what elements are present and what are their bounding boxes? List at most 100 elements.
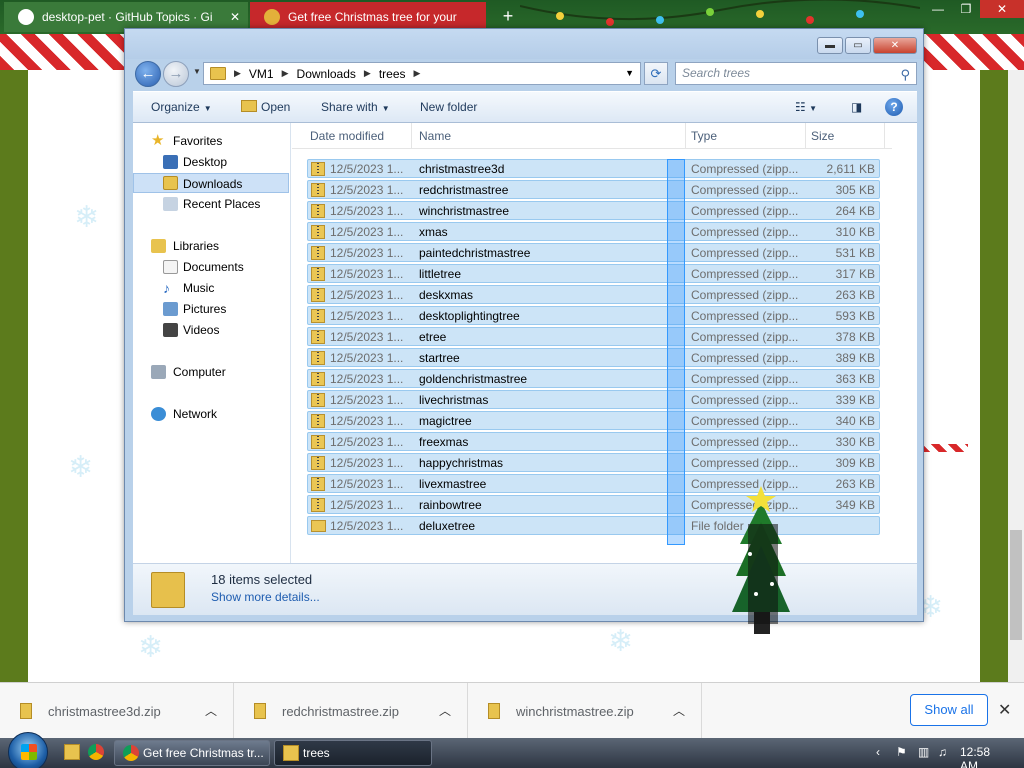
zip-file-icon bbox=[311, 246, 325, 260]
chevron-up-icon[interactable]: ︿ bbox=[439, 702, 451, 719]
snowflake-icon: ❄ bbox=[74, 201, 100, 234]
close-downloads-bar-icon[interactable]: ✕ bbox=[998, 700, 1011, 720]
breadcrumb-trees[interactable]: trees bbox=[379, 67, 406, 81]
organize-button[interactable]: Organize ▼ bbox=[151, 100, 212, 114]
file-row[interactable]: 12/5/2023 1... desktoplightingtree Compres… bbox=[307, 306, 880, 325]
file-row[interactable]: 12/5/2023 1... deskxmas Compressed (zipp..… bbox=[307, 285, 880, 304]
network-status-icon[interactable]: ▥ bbox=[918, 745, 929, 759]
chevron-up-icon[interactable]: ︿ bbox=[673, 702, 685, 719]
taskbar-task-trees[interactable]: trees bbox=[274, 740, 432, 766]
file-row[interactable]: 12/5/2023 1... goldenchristmastree Compres… bbox=[307, 369, 880, 388]
clock[interactable]: 12:58 AM bbox=[960, 745, 990, 768]
explorer-titlebar[interactable]: ▬ ▭ ✕ bbox=[125, 29, 923, 59]
column-type[interactable]: Type bbox=[691, 129, 717, 143]
nav-label: Favorites bbox=[173, 134, 223, 148]
show-all-button[interactable]: Show all bbox=[910, 694, 988, 726]
file-row[interactable]: 12/5/2023 1... etree Compressed (zipp... 37… bbox=[307, 327, 880, 346]
forward-button[interactable]: → bbox=[163, 61, 189, 87]
chevron-right-icon[interactable]: ▶ bbox=[282, 68, 289, 79]
file-size: 330 KB bbox=[835, 435, 875, 449]
file-row[interactable]: 12/5/2023 1... redchristmastree Compressed… bbox=[307, 180, 880, 199]
file-size: 349 KB bbox=[835, 498, 875, 512]
column-name[interactable]: Name bbox=[419, 129, 451, 143]
recent-pages-dropdown-icon[interactable]: ▼ bbox=[193, 67, 201, 76]
file-row[interactable]: 12/5/2023 1... littletree Compressed (zipp… bbox=[307, 264, 880, 283]
column-divider[interactable] bbox=[884, 123, 885, 149]
change-view-icon[interactable]: ☷ ▼ bbox=[795, 100, 817, 114]
nav-libraries[interactable]: Libraries bbox=[133, 236, 289, 256]
new-tab-button[interactable]: + bbox=[497, 6, 519, 28]
file-row[interactable]: 12/5/2023 1... christmastree3d Compressed … bbox=[307, 159, 880, 178]
file-row[interactable]: 12/5/2023 1... happychristmas Compressed (… bbox=[307, 453, 880, 472]
github-icon bbox=[18, 9, 34, 25]
back-button[interactable]: ← bbox=[135, 61, 161, 87]
explorer-pinned-icon[interactable] bbox=[64, 744, 80, 760]
download-item[interactable]: redchristmastree.zip ︿ bbox=[234, 683, 468, 739]
volume-icon[interactable]: ♫ bbox=[938, 745, 947, 759]
file-row[interactable]: 12/5/2023 1... startree Compressed (zipp..… bbox=[307, 348, 880, 367]
column-divider[interactable] bbox=[805, 123, 806, 149]
file-type: Compressed (zipp... bbox=[691, 267, 799, 281]
nav-computer[interactable]: Computer bbox=[133, 362, 289, 382]
show-hidden-icons[interactable]: ‹ bbox=[876, 745, 880, 759]
chevron-right-icon[interactable]: ▶ bbox=[364, 68, 371, 79]
chevron-right-icon[interactable]: ▶ bbox=[234, 68, 241, 79]
close-tab-icon[interactable]: ✕ bbox=[230, 10, 240, 24]
page-scrollbar-thumb[interactable] bbox=[1010, 530, 1022, 640]
snowflake-icon: ❄ bbox=[68, 451, 94, 484]
flag-icon[interactable]: ⚑ bbox=[896, 745, 907, 759]
start-button[interactable] bbox=[8, 732, 48, 768]
chevron-right-icon[interactable]: ▶ bbox=[414, 68, 421, 79]
explorer-maximize-button[interactable]: ▭ bbox=[845, 37, 871, 54]
file-row[interactable]: 12/5/2023 1... magictree Compressed (zipp.… bbox=[307, 411, 880, 430]
column-size[interactable]: Size bbox=[811, 129, 834, 143]
maximize-button[interactable]: ❐ bbox=[952, 0, 980, 18]
file-type: Compressed (zipp... bbox=[691, 288, 799, 302]
share-with-button[interactable]: Share with ▼ bbox=[321, 100, 390, 114]
christmas-tree-pet[interactable] bbox=[726, 484, 796, 648]
nav-downloads[interactable]: Downloads bbox=[133, 173, 289, 193]
address-bar[interactable]: ▶ VM1 ▶ Downloads ▶ trees ▶ ▼ bbox=[203, 62, 641, 85]
file-size: 340 KB bbox=[835, 414, 875, 428]
file-list-pane: Date modified Name Type Size 12/5/2023 1… bbox=[292, 123, 917, 563]
column-divider[interactable] bbox=[685, 123, 686, 149]
nav-pictures[interactable]: Pictures bbox=[133, 299, 289, 319]
search-input[interactable]: Search trees ⚲ bbox=[675, 62, 917, 85]
chrome-pinned-icon[interactable] bbox=[88, 744, 104, 760]
file-date: 12/5/2023 1... bbox=[330, 477, 404, 491]
nav-videos[interactable]: Videos bbox=[133, 320, 289, 340]
breadcrumb-vm1[interactable]: VM1 bbox=[249, 67, 274, 81]
column-divider[interactable] bbox=[411, 123, 412, 149]
preview-pane-icon[interactable]: ◨ bbox=[851, 100, 862, 114]
close-button[interactable]: ✕ bbox=[980, 0, 1024, 18]
refresh-button[interactable]: ⟳ bbox=[644, 62, 668, 85]
zip-file-icon bbox=[311, 393, 325, 407]
file-row[interactable]: 12/5/2023 1... freexmas Compressed (zipp..… bbox=[307, 432, 880, 451]
address-dropdown-icon[interactable]: ▼ bbox=[625, 68, 634, 78]
open-button[interactable]: Open bbox=[241, 100, 290, 114]
nav-music[interactable]: ♪ Music bbox=[133, 278, 289, 298]
file-date: 12/5/2023 1... bbox=[330, 393, 404, 407]
explorer-close-button[interactable]: ✕ bbox=[873, 37, 917, 54]
file-row[interactable]: 12/5/2023 1... winchristmastree Compressed… bbox=[307, 201, 880, 220]
breadcrumb-downloads[interactable]: Downloads bbox=[297, 67, 356, 81]
chevron-up-icon[interactable]: ︿ bbox=[205, 702, 217, 719]
nav-documents[interactable]: Documents bbox=[133, 257, 289, 277]
taskbar-task-chrome[interactable]: Get free Christmas tr... bbox=[114, 740, 270, 766]
nav-favorites[interactable]: ★ Favorites bbox=[133, 131, 289, 151]
nav-recent-places[interactable]: Recent Places bbox=[133, 194, 289, 214]
column-date-modified[interactable]: Date modified bbox=[310, 129, 384, 143]
new-folder-button[interactable]: New folder bbox=[420, 100, 477, 114]
file-row[interactable]: 12/5/2023 1... paintedchristmastree Compre… bbox=[307, 243, 880, 262]
explorer-minimize-button[interactable]: ▬ bbox=[817, 37, 843, 54]
help-icon[interactable]: ? bbox=[885, 98, 903, 116]
download-item[interactable]: christmastree3d.zip ︿ bbox=[0, 683, 234, 739]
nav-desktop[interactable]: Desktop bbox=[133, 152, 289, 172]
download-item[interactable]: winchristmastree.zip ︿ bbox=[468, 683, 702, 739]
show-more-details-link[interactable]: Show more details... bbox=[211, 590, 320, 604]
search-icon[interactable]: ⚲ bbox=[900, 64, 910, 85]
file-row[interactable]: 12/5/2023 1... livechristmas Compressed (z… bbox=[307, 390, 880, 409]
nav-network[interactable]: Network bbox=[133, 404, 289, 424]
minimize-button[interactable]: — bbox=[924, 0, 952, 18]
file-row[interactable]: 12/5/2023 1... xmas Compressed (zipp... 310… bbox=[307, 222, 880, 241]
